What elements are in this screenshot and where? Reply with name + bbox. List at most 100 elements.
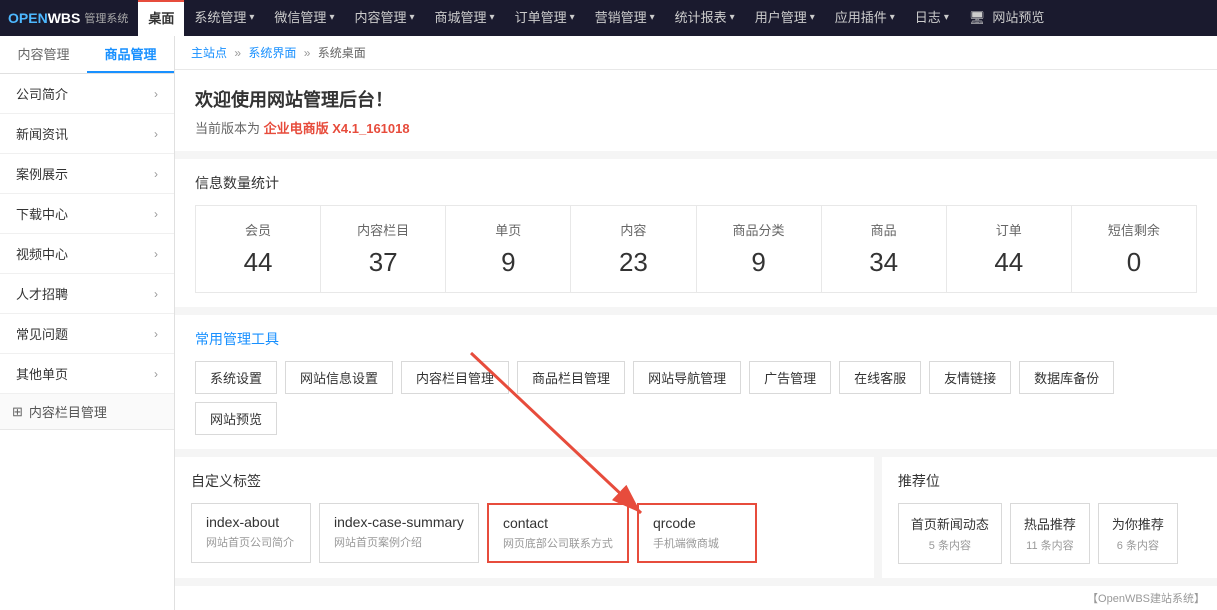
- bottom-grid: 自定义标签 index-about 网站首页公司简介 index-case-su…: [175, 457, 1217, 578]
- tag-card-qrcode[interactable]: qrcode 手机端微商城: [637, 503, 757, 563]
- tag-card-index-about[interactable]: index-about 网站首页公司简介: [191, 503, 311, 563]
- chevron-down-icon: ▾: [490, 0, 495, 36]
- sidebar-item-faq[interactable]: 常见问题 ›: [0, 314, 174, 354]
- stat-value-product-categories: 9: [705, 247, 813, 278]
- tool-site-preview[interactable]: 网站预览: [195, 402, 277, 435]
- chevron-down-icon: ▾: [810, 0, 815, 36]
- nav-stats[interactable]: 统计报表 ▾: [665, 0, 745, 36]
- tool-nav-management[interactable]: 网站导航管理: [633, 361, 741, 394]
- custom-tags-title: 自定义标签: [191, 471, 858, 491]
- nav-preview[interactable]: 🖥 网站预览: [959, 0, 1055, 36]
- tag-name: index-case-summary: [334, 514, 464, 530]
- tag-desc: 网站首页公司简介: [206, 534, 296, 550]
- nav-content[interactable]: 内容管理 ▾: [344, 0, 424, 36]
- nav-plugins[interactable]: 应用插件 ▾: [825, 0, 905, 36]
- stat-value-single-pages: 9: [454, 247, 562, 278]
- chevron-right-icon: ›: [154, 367, 158, 381]
- rec-card-foryou[interactable]: 为你推荐 6 条内容: [1098, 503, 1178, 564]
- stat-products: 商品 34: [822, 206, 947, 292]
- nav-shop[interactable]: 商城管理 ▾: [425, 0, 505, 36]
- sidebar-item-news[interactable]: 新闻资讯 ›: [0, 114, 174, 154]
- stat-label-orders: 订单: [955, 220, 1063, 239]
- tool-product-categories[interactable]: 商品栏目管理: [517, 361, 625, 394]
- monitor-icon: 🖥: [969, 0, 986, 36]
- breadcrumb-sep2: »: [304, 46, 314, 60]
- welcome-section: 欢迎使用网站管理后台！ 当前版本为 企业电商版 X4.1_161018: [175, 70, 1217, 151]
- sidebar-item-label: 其他单页: [16, 364, 68, 383]
- rec-count: 11 条内容: [1023, 537, 1077, 553]
- breadcrumb-current: 系统桌面: [318, 46, 366, 60]
- tab-content-management[interactable]: 内容管理: [0, 36, 87, 73]
- stat-content: 内容 23: [571, 206, 696, 292]
- main-layout: 内容管理 商品管理 公司简介 › 新闻资讯 › 案例展示 › 下载中心 › 视频…: [0, 36, 1217, 610]
- welcome-sub: 当前版本为 企业电商版 X4.1_161018: [195, 118, 1197, 137]
- tool-friendly-links[interactable]: 友情链接: [929, 361, 1011, 394]
- tool-ads[interactable]: 广告管理: [749, 361, 831, 394]
- logo-sub: 管理系统: [84, 10, 128, 26]
- tag-card-contact[interactable]: contact 网页底部公司联系方式: [487, 503, 629, 563]
- rec-count: 5 条内容: [911, 537, 989, 553]
- stat-members: 会员 44: [196, 206, 321, 292]
- nav-logs[interactable]: 日志 ▾: [905, 0, 959, 36]
- breadcrumb-sep1: »: [234, 46, 244, 60]
- sidebar-item-company[interactable]: 公司简介 ›: [0, 74, 174, 114]
- sidebar-item-other-pages[interactable]: 其他单页 ›: [0, 354, 174, 394]
- nav-wechat[interactable]: 微信管理 ▾: [264, 0, 344, 36]
- tag-desc: 网页底部公司联系方式: [503, 535, 613, 551]
- nav-system[interactable]: 系统管理 ▾: [184, 0, 264, 36]
- chevron-down-icon: ▾: [249, 0, 254, 36]
- stat-value-orders: 44: [955, 247, 1063, 278]
- stat-label-products: 商品: [830, 220, 938, 239]
- sidebar-item-videos[interactable]: 视频中心 ›: [0, 234, 174, 274]
- stat-label-content: 内容: [579, 220, 687, 239]
- chevron-down-icon: ▾: [890, 0, 895, 36]
- breadcrumb: 主站点 » 系统界面 » 系统桌面: [175, 36, 1217, 70]
- rec-card-news[interactable]: 首页新闻动态 5 条内容: [898, 503, 1002, 564]
- nav-order[interactable]: 订单管理 ▾: [505, 0, 585, 36]
- chevron-down-icon: ▾: [944, 0, 949, 36]
- nav-users[interactable]: 用户管理 ▾: [745, 0, 825, 36]
- sidebar-item-label: 人才招聘: [16, 284, 68, 303]
- tool-db-backup[interactable]: 数据库备份: [1019, 361, 1114, 394]
- logo-wbs: WBS: [48, 10, 81, 26]
- chevron-right-icon: ›: [154, 287, 158, 301]
- welcome-sub-prefix: 当前版本为: [195, 121, 264, 136]
- bottom-info: 【OpenWBS建站系统】: [175, 586, 1217, 610]
- stat-value-content-categories: 37: [329, 247, 437, 278]
- stat-value-sms: 0: [1080, 247, 1188, 278]
- recommended-title: 推荐位: [898, 471, 1201, 491]
- sidebar-item-recruitment[interactable]: 人才招聘 ›: [0, 274, 174, 314]
- top-navigation: OPENWBS 管理系统 桌面 系统管理 ▾ 微信管理 ▾ 内容管理 ▾ 商城管…: [0, 0, 1217, 36]
- sidebar-item-cases[interactable]: 案例展示 ›: [0, 154, 174, 194]
- breadcrumb-home[interactable]: 主站点: [191, 46, 227, 60]
- stats-grid: 会员 44 内容栏目 37 单页 9 内容 23 商品分类 9: [195, 205, 1197, 293]
- stat-single-pages: 单页 9: [446, 206, 571, 292]
- sidebar-content-category[interactable]: ⊞ 内容栏目管理: [0, 394, 174, 430]
- sidebar-tabs: 内容管理 商品管理: [0, 36, 174, 74]
- tag-desc: 网站首页案例介绍: [334, 534, 464, 550]
- nav-marketing[interactable]: 营销管理 ▾: [585, 0, 665, 36]
- tool-content-categories[interactable]: 内容栏目管理: [401, 361, 509, 394]
- chevron-down-icon: ▾: [650, 0, 655, 36]
- tag-card-index-case[interactable]: index-case-summary 网站首页案例介绍: [319, 503, 479, 563]
- stat-sms: 短信剩余 0: [1072, 206, 1196, 292]
- tool-online-service[interactable]: 在线客服: [839, 361, 921, 394]
- tools-section: 常用管理工具 系统设置 网站信息设置 内容栏目管理 商品栏目管理 网站导航管理 …: [175, 315, 1217, 449]
- sidebar: 内容管理 商品管理 公司简介 › 新闻资讯 › 案例展示 › 下载中心 › 视频…: [0, 36, 175, 610]
- recommended-section: 推荐位 首页新闻动态 5 条内容 热品推荐 11 条内容 为你推荐 6 条内容: [882, 457, 1217, 578]
- nav-desktop[interactable]: 桌面: [138, 0, 184, 36]
- stat-content-categories: 内容栏目 37: [321, 206, 446, 292]
- sidebar-item-downloads[interactable]: 下载中心 ›: [0, 194, 174, 234]
- rec-name: 热品推荐: [1023, 514, 1077, 533]
- breadcrumb-system[interactable]: 系统界面: [248, 46, 296, 60]
- chevron-down-icon: ▾: [730, 0, 735, 36]
- tab-product-management[interactable]: 商品管理: [87, 36, 174, 73]
- tool-system-settings[interactable]: 系统设置: [195, 361, 277, 394]
- sidebar-item-label: 视频中心: [16, 244, 68, 263]
- rec-card-hot[interactable]: 热品推荐 11 条内容: [1010, 503, 1090, 564]
- stats-title: 信息数量统计: [195, 173, 1197, 193]
- sidebar-item-label: 公司简介: [16, 84, 68, 103]
- sidebar-item-label: 新闻资讯: [16, 124, 68, 143]
- tool-site-info[interactable]: 网站信息设置: [285, 361, 393, 394]
- rec-name: 为你推荐: [1111, 514, 1165, 533]
